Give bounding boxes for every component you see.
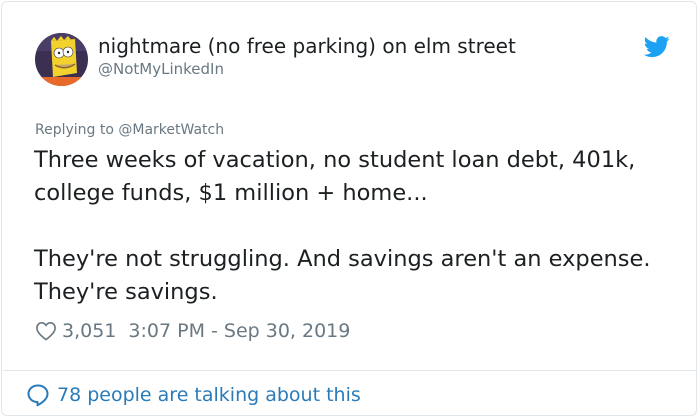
tweet-timestamp[interactable]: 3:07 PM - Sep 30, 2019 (128, 320, 350, 342)
cartoon-avatar-icon (35, 33, 88, 86)
talking-about-link[interactable]: 78 people are talking about this (26, 383, 361, 407)
tweet-meta: 3,051 3:07 PM - Sep 30, 2019 (35, 320, 350, 342)
like-count[interactable]: 3,051 (62, 320, 116, 342)
heart-icon[interactable] (35, 321, 57, 341)
talking-about-text: 78 people are talking about this (57, 384, 361, 406)
tweet-paragraph: They're not struggling. And savings aren… (34, 246, 651, 305)
tweet-card: nightmare (no free parking) on elm stree… (1, 1, 697, 416)
tweet-text: Three weeks of vacation, no student loan… (34, 144, 674, 309)
avatar[interactable] (35, 33, 88, 86)
twitter-bird-icon[interactable] (644, 36, 670, 58)
replying-to-handle[interactable]: @MarketWatch (118, 122, 224, 138)
replying-to-line: Replying to @MarketWatch (35, 122, 224, 138)
author-display-name[interactable]: nightmare (no free parking) on elm stree… (98, 34, 516, 58)
tweet-paragraph: Three weeks of vacation, no student loan… (34, 147, 636, 206)
speech-bubble-icon (27, 384, 49, 407)
author-handle[interactable]: @NotMyLinkedIn (98, 60, 224, 78)
divider (3, 370, 697, 371)
replying-to-label: Replying to (35, 122, 119, 138)
